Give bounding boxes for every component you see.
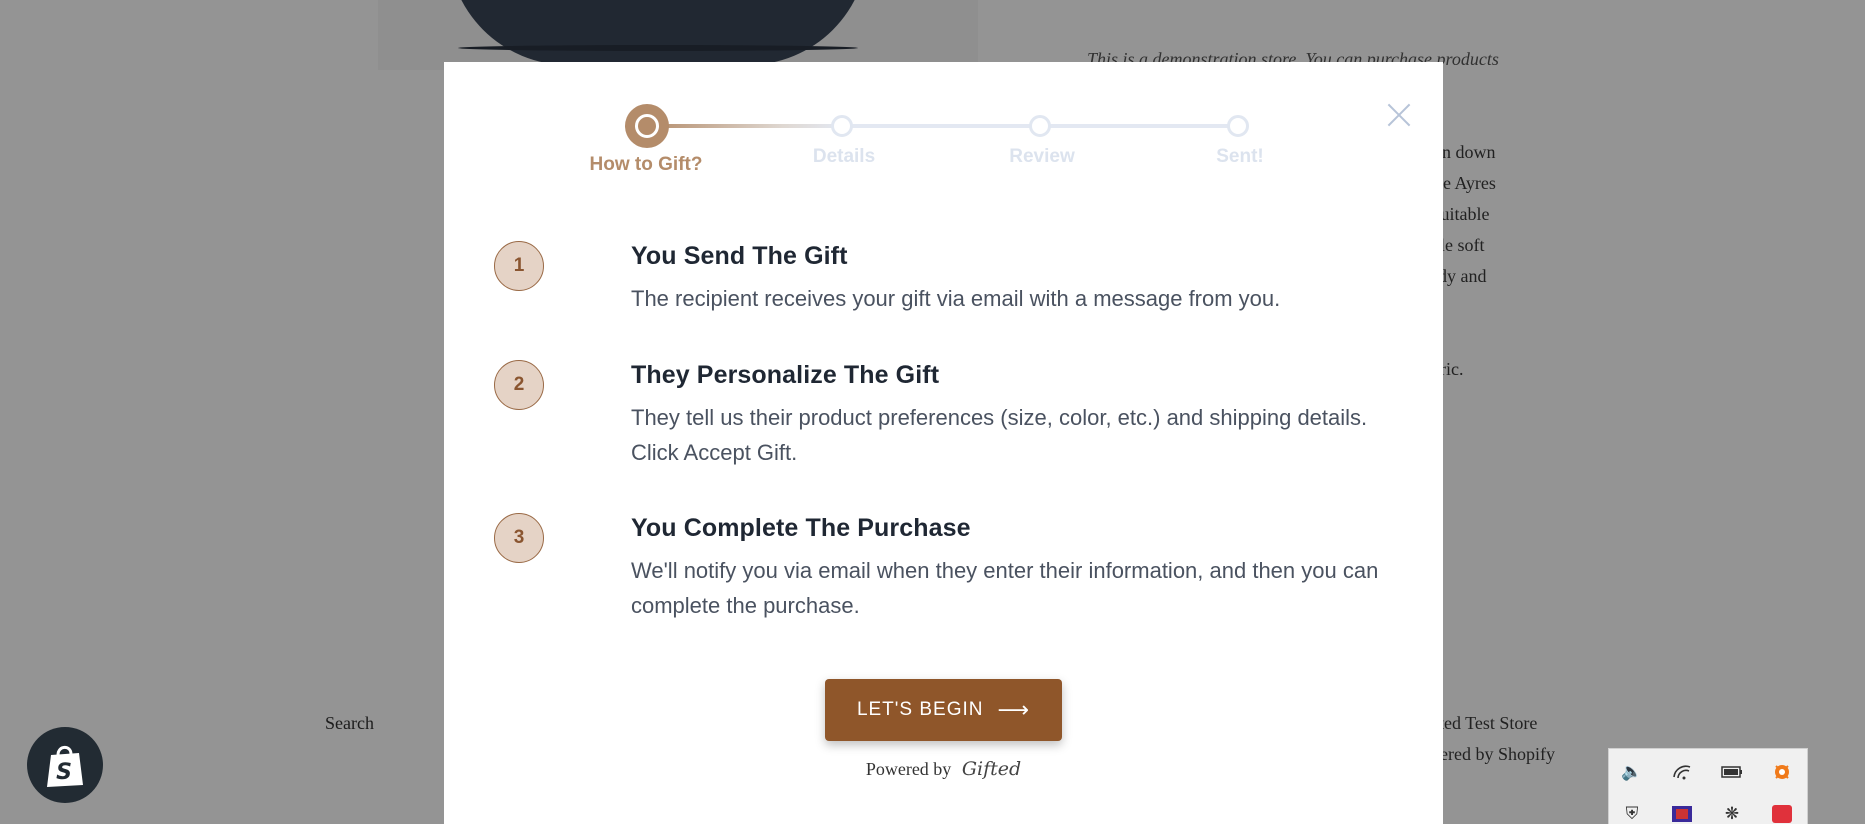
step-title: They Personalize The Gift <box>631 361 940 389</box>
step-title: You Send The Gift <box>631 242 848 270</box>
step-dot-sent[interactable] <box>1227 115 1249 137</box>
shopify-badge[interactable]: S <box>27 727 103 803</box>
system-tray: 🔈 ⛨ ❋ <box>1608 748 1808 824</box>
step-dot-how-to-gift[interactable] <box>625 104 669 148</box>
arrow-right-icon: ⟶ <box>997 697 1031 723</box>
step-label-sent[interactable]: Sent! <box>1216 146 1264 168</box>
step-description: We'll notify you via email when they ent… <box>631 558 1379 618</box>
powered-by-label: Powered by <box>865 759 952 779</box>
shield-icon[interactable]: ⛨ <box>1621 803 1643 824</box>
step-description: They tell us their product preferences (… <box>631 405 1368 465</box>
app-tray-icon-graphic <box>1672 806 1692 822</box>
lets-begin-label: LET'S BEGIN <box>856 699 984 720</box>
progress-stepper: How to Gift? Details Review Sent! <box>444 62 1443 192</box>
step-label-review[interactable]: Review <box>1009 146 1074 168</box>
gifted-logo[interactable]: Gifted <box>962 758 1021 780</box>
step-dot-review[interactable] <box>1029 115 1051 137</box>
wifi-icon-graphic <box>1673 765 1691 780</box>
powered-by: Powered by Gifted <box>444 758 1443 780</box>
red-app-icon-graphic <box>1772 805 1792 823</box>
notification-icon[interactable] <box>1771 803 1793 824</box>
step-number-badge: 2 <box>494 360 544 410</box>
svg-text:S: S <box>56 760 72 785</box>
volume-icon[interactable]: 🔈 <box>1621 761 1643 783</box>
step-number-badge: 3 <box>494 513 544 563</box>
wifi-icon[interactable] <box>1671 761 1693 783</box>
gift-modal: How to Gift? Details Review Sent! 1 You … <box>444 62 1443 824</box>
avast-icon-graphic <box>1775 765 1789 779</box>
step-number-badge: 1 <box>494 241 544 291</box>
shopify-bag-icon: S <box>47 745 83 787</box>
battery-icon-graphic <box>1721 766 1742 778</box>
app-tray-icon[interactable] <box>1671 803 1693 824</box>
step-label-details[interactable]: Details <box>813 146 875 168</box>
step-title: You Complete The Purchase <box>631 514 971 542</box>
step-label-how-to-gift[interactable]: How to Gift? <box>590 154 703 176</box>
stepper-track-progress <box>646 124 842 128</box>
lets-begin-button[interactable]: LET'S BEGIN ⟶ <box>825 679 1062 741</box>
step-description: The recipient receives your gift via ema… <box>631 286 1281 311</box>
battery-icon[interactable] <box>1721 761 1743 783</box>
step-dot-details[interactable] <box>831 115 853 137</box>
antivirus-icon[interactable] <box>1771 761 1793 783</box>
slack-icon[interactable]: ❋ <box>1721 803 1743 824</box>
